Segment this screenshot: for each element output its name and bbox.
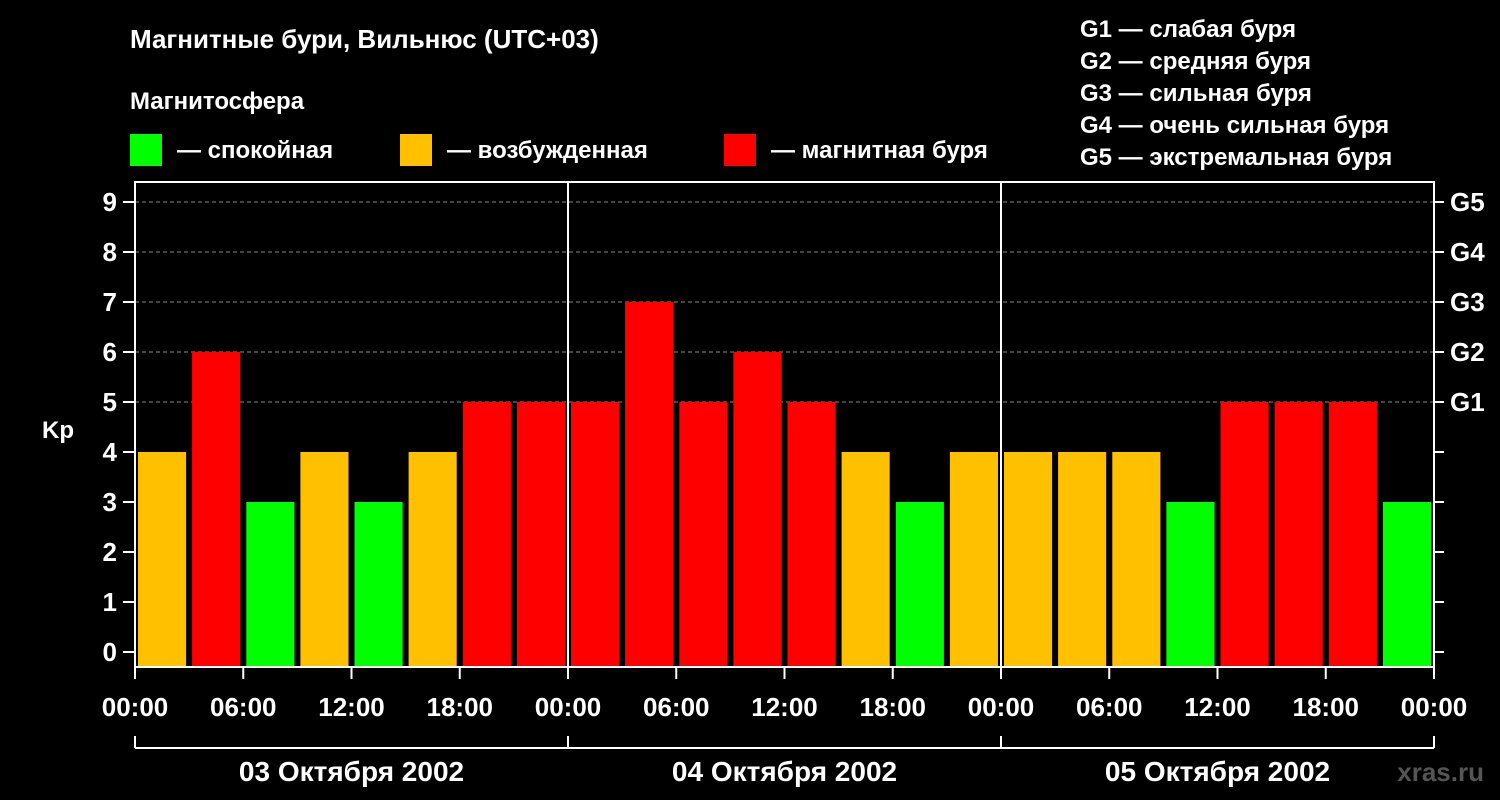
kp-bar (949, 452, 998, 667)
x-tick-label: 06:00 (643, 692, 710, 722)
g-scale-label: G4 (1450, 237, 1485, 267)
y-tick-label: 5 (103, 387, 117, 417)
kp-bar (354, 502, 403, 667)
x-tick-label: 06:00 (210, 692, 277, 722)
kp-bar (192, 352, 241, 667)
y-tick-label: 4 (103, 437, 118, 467)
y-tick-label: 0 (103, 637, 117, 667)
x-tick-label: 12:00 (751, 692, 818, 722)
g-legend-item: G1 — слабая буря (1080, 16, 1296, 43)
kp-bar (1166, 502, 1215, 667)
kp-bar (1220, 402, 1269, 667)
x-tick-label: 18:00 (427, 692, 494, 722)
y-tick-label: 3 (103, 487, 117, 517)
kp-bar (679, 402, 728, 667)
kp-bar (841, 452, 890, 667)
day-label: 05 Октября 2002 (1105, 756, 1330, 787)
g-scale-label: G2 (1450, 337, 1485, 367)
chart-title: Магнитные бури, Вильнюс (UTC+03) (130, 24, 599, 54)
kp-chart: Магнитные бури, Вильнюс (UTC+03) Магнито… (42, 16, 1485, 787)
g-legend-item: G2 — средняя буря (1080, 48, 1311, 75)
x-tick-label: 00:00 (102, 692, 169, 722)
plot-area: 0 1 2 3 4 5 6 7 8 9 G1 G2 G3 G4 G5 00:00 06:00 12:00 18:00… (102, 181, 1485, 787)
watermark: xras.ru (1397, 757, 1484, 787)
legend-label-storm: — магнитная буря (771, 137, 988, 164)
kp-bar (516, 402, 565, 667)
x-tick-label: 00:00 (968, 692, 1035, 722)
x-tick-label: 00:00 (535, 692, 602, 722)
y-tick-label: 2 (103, 537, 117, 567)
y-tick-label: 9 (103, 187, 117, 217)
x-tick-label: 18:00 (1293, 692, 1360, 722)
kp-bar (571, 402, 620, 667)
kp-bar (408, 452, 457, 667)
x-tick-label: 06:00 (1076, 692, 1143, 722)
g-scale-label: G5 (1450, 187, 1485, 217)
g-legend-item: G5 — экстремальная буря (1080, 144, 1392, 171)
g-legend-item: G4 — очень сильная буря (1080, 112, 1389, 139)
x-tick-label: 18:00 (860, 692, 927, 722)
g-legend-item: G3 — сильная буря (1080, 80, 1312, 107)
state-legend: — спокойная — возбужденная — магнитная б… (130, 134, 988, 166)
kp-bar (1112, 452, 1161, 667)
y-tick-label: 6 (103, 337, 117, 367)
kp-bar (246, 502, 295, 667)
kp-bar (895, 502, 944, 667)
kp-bar (625, 302, 674, 667)
kp-bar (300, 452, 349, 667)
x-tick-label: 12:00 (318, 692, 385, 722)
kp-bar (138, 452, 187, 667)
day-label: 04 Октября 2002 (672, 756, 897, 787)
kp-bar (1328, 402, 1377, 667)
legend-swatch-storm (724, 134, 756, 166)
legend-swatch-quiet (130, 134, 162, 166)
y-tick-label: 8 (103, 237, 117, 267)
kp-bar (462, 402, 511, 667)
g-scale-label: G3 (1450, 287, 1485, 317)
legend-label-quiet: — спокойная (177, 137, 333, 164)
kp-bar (733, 352, 782, 667)
x-tick-label: 00:00 (1401, 692, 1468, 722)
kp-bar (1274, 402, 1323, 667)
magnetosphere-label: Магнитосфера (130, 88, 305, 115)
g-scale-label: G1 (1450, 387, 1485, 417)
kp-bar (1382, 502, 1431, 667)
legend-label-active: — возбужденная (447, 137, 648, 164)
y-tick-label: 1 (103, 587, 117, 617)
y-axis-label: Kp (42, 417, 74, 444)
g-scale-legend: G1 — слабая буря G2 — средняя буря G3 — … (1080, 16, 1392, 171)
x-tick-label: 12:00 (1184, 692, 1251, 722)
kp-bar (1004, 452, 1053, 667)
kp-bar (1058, 452, 1107, 667)
day-label: 03 Октября 2002 (239, 756, 464, 787)
kp-bar (787, 402, 836, 667)
legend-swatch-active (400, 134, 432, 166)
y-tick-label: 7 (103, 287, 117, 317)
